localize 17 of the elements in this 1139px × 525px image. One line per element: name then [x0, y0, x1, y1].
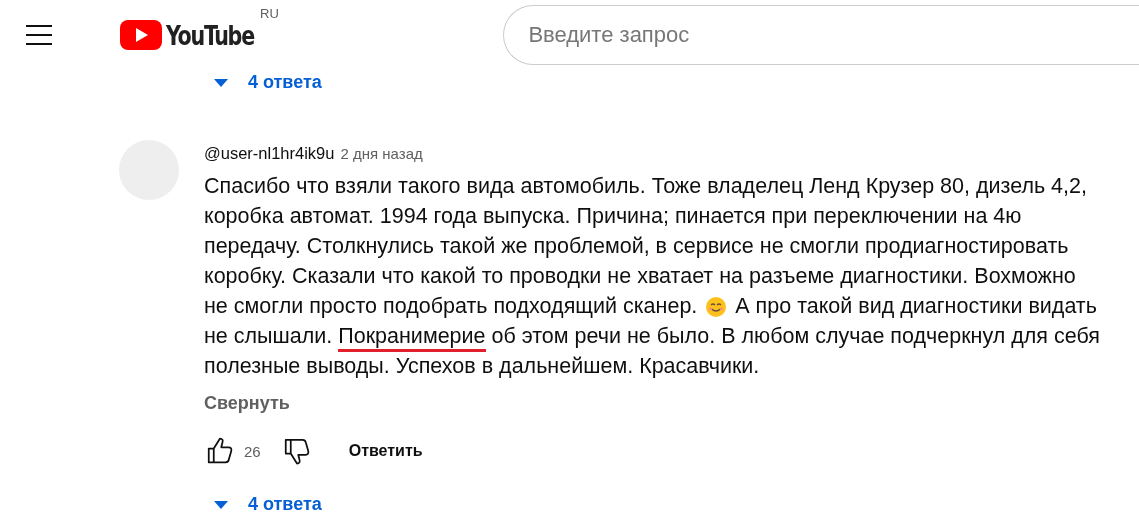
replies-toggle[interactable]: 4 ответа [214, 72, 322, 93]
like-count: 26 [244, 442, 261, 460]
comment-text: Спасибо что взяли такого вида автомобиль. Тоже владелец Ленд Крузер 80, дизель 4,2, коробка автомат. 1994 года выпуска. Причина; пинается при переключении на 4ю передачу. Столкнулись такой же проблемой, в сервисе не смогли продиагностировать коробку. Сказали что какой то проводки не хватает на разъеме диагностики. Вохможно не смогли просто подобрать подходящий сканер. А про такой вид диагностики видать не слышали. Покранимерие об этом речи не было. В любом случае подчеркнул для себя полезные выводы. Успехов в дальнейшем. Красавчики. [204, 173, 1100, 380]
comment-time[interactable]: 2 дня назад [340, 145, 423, 162]
replies-toggle[interactable]: 4 ответа [214, 494, 322, 515]
smiling-face-icon [706, 297, 727, 317]
search-field[interactable]: Введите запрос [503, 5, 1139, 65]
play-logo-icon [120, 20, 162, 50]
logo-wordmark: YouTube [166, 19, 254, 51]
caret-icon [214, 78, 228, 87]
collapse-button[interactable]: Свернуть [204, 393, 290, 414]
youtube-logo[interactable]: YouTube RU [120, 5, 296, 51]
comment-author[interactable]: @user-nl1hr4ik9u [204, 144, 335, 163]
reply-button[interactable]: Ответить [348, 442, 423, 460]
caret-icon [214, 500, 228, 509]
country-code: RU [260, 5, 279, 21]
menu-icon[interactable] [26, 25, 52, 45]
